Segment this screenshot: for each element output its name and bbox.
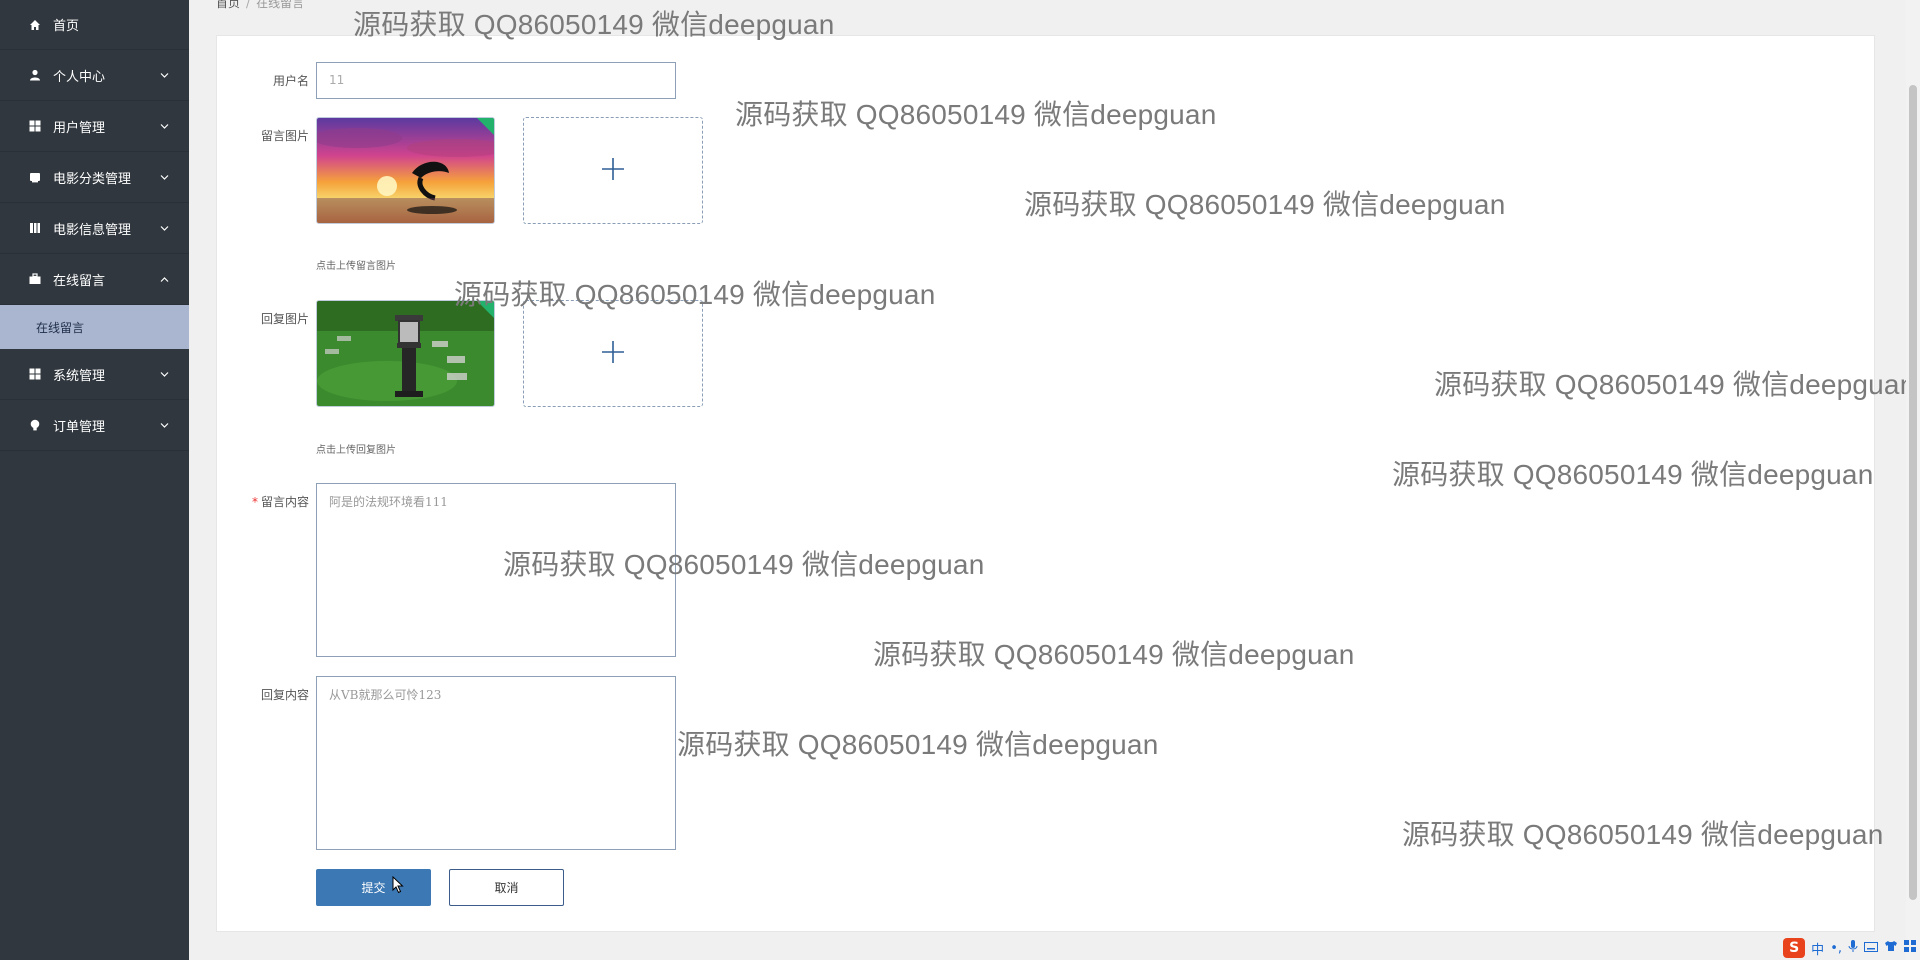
message-image-upload[interactable]	[523, 117, 703, 224]
chevron-down-icon	[160, 119, 169, 134]
folder-icon	[28, 170, 42, 184]
sidebar-item-system-management[interactable]: 系统管理	[0, 349, 189, 400]
sidebar-item-movie-category[interactable]: 电影分类管理	[0, 152, 189, 203]
reply-image-upload[interactable]	[523, 300, 703, 407]
breadcrumb-current: 在线留言	[256, 0, 305, 10]
reply-content-label: 回复内容	[260, 688, 309, 702]
bulb-icon	[28, 418, 42, 432]
message-content-textarea[interactable]	[316, 483, 676, 657]
breadcrumb-separator: /	[246, 0, 251, 10]
sidebar-item-label: 个人中心	[53, 69, 106, 85]
sidebar-item-label: 系统管理	[53, 368, 106, 384]
sidebar-item-label: 用户管理	[53, 120, 106, 136]
sidebar-item-order-management[interactable]: 订单管理	[0, 400, 189, 451]
sidebar-item-label: 订单管理	[53, 419, 106, 435]
sidebar-item-personal-center[interactable]: 个人中心	[0, 50, 189, 101]
submit-button[interactable]: 提交	[316, 869, 431, 906]
cancel-button[interactable]: 取消	[449, 869, 564, 906]
message-content-label: * 留言内容	[217, 493, 309, 510]
grid-menu-icon[interactable]	[1904, 940, 1916, 956]
scrollbar-thumb[interactable]	[1909, 85, 1917, 900]
film-icon	[28, 221, 42, 235]
ime-tray: S 中 •,	[1736, 936, 1920, 960]
breadcrumb: 首页 / 在线留言	[216, 0, 304, 11]
microphone-icon[interactable]	[1848, 939, 1858, 957]
submenu-item-label: 在线留言	[36, 320, 85, 335]
sidebar: 首页 个人中心 用户管理 电影分类管理 电影信息管理 在线留言 在线留言 系统管…	[0, 0, 189, 960]
plus-icon	[601, 340, 625, 368]
reply-image-hint: 点击上传回复图片	[316, 445, 396, 456]
required-mark: *	[251, 495, 258, 509]
chevron-down-icon	[160, 221, 169, 236]
chevron-down-icon	[160, 170, 169, 185]
sogou-logo-icon[interactable]: S	[1783, 938, 1806, 958]
form-panel: 用户名 11 留言图片 点击上传留言图片 回复图片 点击上传回复图片 * 留言内…	[216, 35, 1875, 932]
chevron-down-icon	[160, 418, 169, 433]
plus-icon	[601, 157, 625, 185]
home-icon	[28, 18, 42, 32]
chevron-up-icon	[160, 272, 169, 287]
breadcrumb-home[interactable]: 首页	[216, 0, 240, 10]
message-image-hint: 点击上传留言图片	[316, 261, 396, 272]
ime-punct-label[interactable]: •,	[1830, 941, 1842, 956]
sidebar-item-label: 在线留言	[53, 273, 106, 289]
reply-image-label: 回复图片	[260, 312, 309, 326]
mouse-cursor-icon	[392, 875, 404, 898]
user-icon	[28, 68, 42, 82]
submenu-item-online-message[interactable]: 在线留言	[0, 305, 189, 349]
reply-image-thumbnail[interactable]	[316, 300, 495, 407]
message-image-thumbnail[interactable]	[316, 117, 495, 224]
username-label: 用户名	[272, 74, 309, 88]
briefcase-icon	[28, 272, 42, 286]
sidebar-item-online-message[interactable]: 在线留言	[0, 254, 189, 305]
sidebar-item-label: 电影信息管理	[53, 222, 132, 238]
grid-icon	[28, 119, 42, 133]
sidebar-item-user-management[interactable]: 用户管理	[0, 101, 189, 152]
reply-content-textarea[interactable]	[316, 676, 676, 850]
grid-icon	[28, 367, 42, 381]
message-content-label-text: 留言内容	[260, 495, 309, 509]
ime-mode-label[interactable]: 中	[1811, 939, 1824, 958]
shirt-icon[interactable]	[1884, 940, 1898, 956]
message-image-label: 留言图片	[260, 129, 309, 143]
sidebar-item-label: 电影分类管理	[53, 171, 132, 187]
keyboard-icon[interactable]	[1864, 941, 1878, 956]
chevron-down-icon	[160, 68, 169, 83]
sidebar-item-movie-info[interactable]: 电影信息管理	[0, 203, 189, 254]
vertical-scrollbar[interactable]	[1906, 0, 1920, 960]
username-input[interactable]: 11	[316, 62, 676, 99]
sidebar-item-label: 首页	[53, 19, 80, 34]
chevron-down-icon	[160, 367, 169, 382]
sidebar-item-home[interactable]: 首页	[0, 0, 189, 50]
